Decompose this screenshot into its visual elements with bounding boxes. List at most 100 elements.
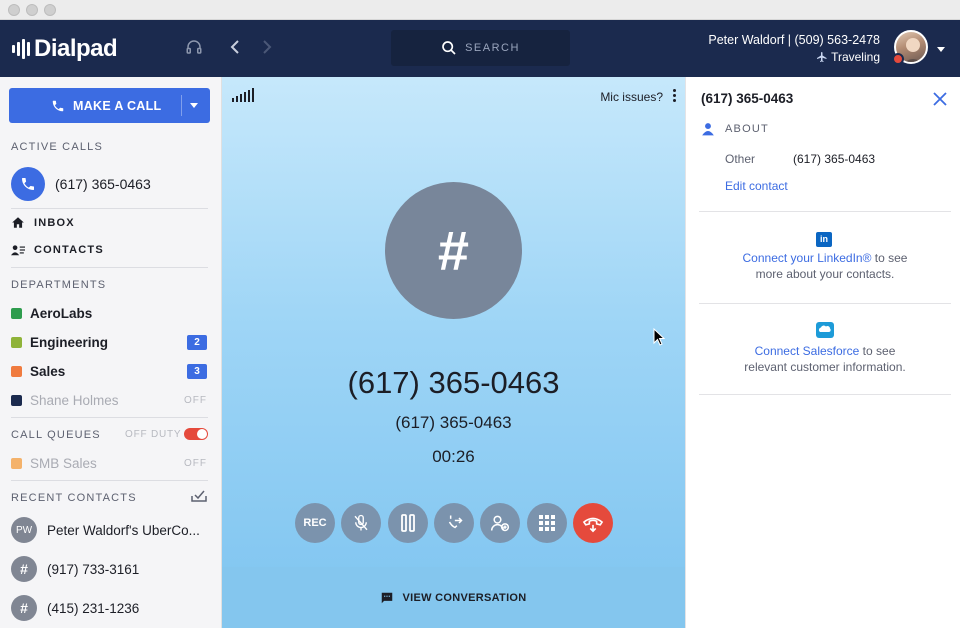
divider bbox=[699, 394, 951, 395]
view-conversation-button[interactable]: VIEW CONVERSATION bbox=[222, 567, 685, 628]
make-call-dropdown-icon[interactable] bbox=[190, 103, 198, 108]
brand-name: Dialpad bbox=[34, 35, 118, 62]
linkedin-icon: in bbox=[816, 232, 832, 247]
department-color-icon bbox=[11, 395, 22, 406]
pause-icon bbox=[401, 514, 415, 532]
call-queues-heading: CALL QUEUES bbox=[11, 429, 101, 441]
search-box[interactable]: SEARCH bbox=[391, 30, 570, 66]
details-title: (617) 365-0463 bbox=[701, 91, 794, 106]
headset-icon[interactable] bbox=[184, 37, 204, 57]
search-icon bbox=[442, 41, 456, 55]
phone-type-label: Other bbox=[725, 152, 756, 166]
department-name: AeroLabs bbox=[30, 306, 93, 321]
recent-contact-item[interactable]: PW Peter Waldorf's UberCo... bbox=[11, 517, 216, 543]
search-placeholder: SEARCH bbox=[465, 42, 520, 54]
salesforce-promo: Connect Salesforce to see relevant custo… bbox=[699, 343, 951, 375]
app-header: Dialpad SEARCH Peter Waldorf | (509) 563… bbox=[0, 20, 960, 77]
logo-bars-icon bbox=[12, 39, 30, 59]
mic-issues-link[interactable]: Mic issues? bbox=[600, 90, 663, 104]
recent-contact-item[interactable]: # (917) 733-3161 bbox=[11, 556, 216, 582]
add-caller-button[interactable] bbox=[480, 503, 520, 543]
department-name: Shane Holmes bbox=[30, 393, 119, 408]
forward-arrow-icon[interactable] bbox=[257, 37, 277, 57]
hang-up-button[interactable] bbox=[573, 503, 613, 543]
linkedin-promo: Connect your LinkedIn® to see more about… bbox=[699, 250, 951, 282]
phone-icon bbox=[11, 167, 45, 201]
sidebar-item-label: CONTACTS bbox=[34, 244, 104, 256]
active-call-item[interactable]: (617) 365-0463 bbox=[11, 167, 151, 201]
department-item-aerolabs[interactable]: AeroLabs bbox=[11, 306, 208, 321]
department-name: Sales bbox=[30, 364, 66, 379]
mouse-cursor-icon bbox=[653, 328, 665, 346]
off-status-label: OFF bbox=[184, 458, 207, 469]
queue-item-smb-sales[interactable]: SMB Sales OFF bbox=[11, 456, 208, 471]
recent-contact-item[interactable]: # (415) 231-1236 bbox=[11, 595, 216, 621]
back-arrow-icon[interactable] bbox=[225, 37, 245, 57]
off-duty-toggle[interactable] bbox=[184, 428, 208, 440]
signal-strength-icon bbox=[232, 88, 254, 102]
unread-count-badge: 2 bbox=[187, 335, 207, 350]
divider bbox=[11, 480, 208, 481]
more-options-icon[interactable] bbox=[673, 89, 676, 102]
sidebar-item-contacts[interactable]: CONTACTS bbox=[11, 244, 104, 256]
chat-icon bbox=[382, 592, 393, 603]
user-status-label: Traveling bbox=[831, 50, 880, 64]
salesforce-promo-text: relevant customer information. bbox=[744, 360, 906, 374]
contacts-icon bbox=[11, 245, 25, 256]
transfer-button[interactable] bbox=[434, 503, 474, 543]
home-icon bbox=[12, 217, 24, 228]
sidebar-item-inbox[interactable]: INBOX bbox=[11, 216, 75, 229]
contact-number-avatar: # bbox=[11, 556, 37, 582]
phone-value: (617) 365-0463 bbox=[793, 152, 876, 166]
divider bbox=[11, 267, 208, 268]
dialpad-logo[interactable]: Dialpad bbox=[12, 35, 118, 63]
connect-linkedin-link[interactable]: Connect your LinkedIn® bbox=[743, 251, 872, 265]
keypad-icon bbox=[539, 515, 555, 531]
transfer-icon bbox=[448, 515, 463, 529]
contact-name: Peter Waldorf's UberCo... bbox=[47, 522, 200, 538]
contact-initials-avatar: PW bbox=[11, 517, 37, 543]
divider bbox=[11, 208, 208, 209]
contact-name: (415) 231-1236 bbox=[47, 600, 140, 616]
salesforce-promo-text: to see bbox=[859, 344, 896, 358]
user-name-phone: Peter Waldorf | (509) 563-2478 bbox=[708, 33, 880, 47]
divider bbox=[699, 303, 951, 304]
make-a-call-label: MAKE A CALL bbox=[73, 98, 162, 113]
person-icon bbox=[702, 123, 714, 136]
contact-details-panel: (617) 365-0463 ABOUT Other (617) 365-046… bbox=[685, 77, 960, 628]
window-titlebar bbox=[0, 0, 960, 20]
active-call-number: (617) 365-0463 bbox=[55, 176, 151, 192]
add-person-icon bbox=[490, 515, 510, 532]
active-call-panel: Mic issues? # (617) 365-0463 (617) 365-0… bbox=[222, 77, 685, 628]
mark-read-icon[interactable] bbox=[191, 489, 207, 502]
department-color-icon bbox=[11, 366, 22, 377]
linkedin-promo-text: more about your contacts. bbox=[755, 267, 895, 281]
make-a-call-button[interactable]: MAKE A CALL bbox=[9, 88, 210, 123]
mute-button[interactable] bbox=[341, 503, 381, 543]
minimize-window-button[interactable] bbox=[26, 4, 38, 16]
active-calls-heading: ACTIVE CALLS bbox=[11, 141, 104, 153]
maximize-window-button[interactable] bbox=[44, 4, 56, 16]
about-label: ABOUT bbox=[725, 123, 769, 135]
department-item-shane-holmes[interactable]: Shane Holmes OFF bbox=[11, 393, 208, 408]
record-button[interactable]: REC bbox=[295, 503, 335, 543]
connect-salesforce-link[interactable]: Connect Salesforce bbox=[755, 344, 860, 358]
divider bbox=[699, 211, 951, 212]
mic-off-icon bbox=[354, 514, 368, 531]
user-menu-caret-icon[interactable] bbox=[937, 47, 945, 52]
salesforce-icon bbox=[816, 322, 834, 338]
hold-button[interactable] bbox=[388, 503, 428, 543]
edit-contact-link[interactable]: Edit contact bbox=[725, 179, 788, 193]
sidebar: MAKE A CALL ACTIVE CALLS (617) 365-0463 … bbox=[0, 77, 222, 628]
department-item-sales[interactable]: Sales 3 bbox=[11, 364, 208, 379]
close-icon[interactable] bbox=[933, 92, 947, 106]
departments-heading: DEPARTMENTS bbox=[11, 279, 107, 291]
department-item-engineering[interactable]: Engineering 2 bbox=[11, 335, 208, 350]
keypad-button[interactable] bbox=[527, 503, 567, 543]
close-window-button[interactable] bbox=[8, 4, 20, 16]
department-color-icon bbox=[11, 308, 22, 319]
user-status[interactable]: Traveling bbox=[816, 50, 880, 64]
view-conversation-label: VIEW CONVERSATION bbox=[402, 591, 527, 604]
caller-sub-number: (617) 365-0463 bbox=[395, 413, 512, 432]
divider bbox=[11, 417, 208, 418]
